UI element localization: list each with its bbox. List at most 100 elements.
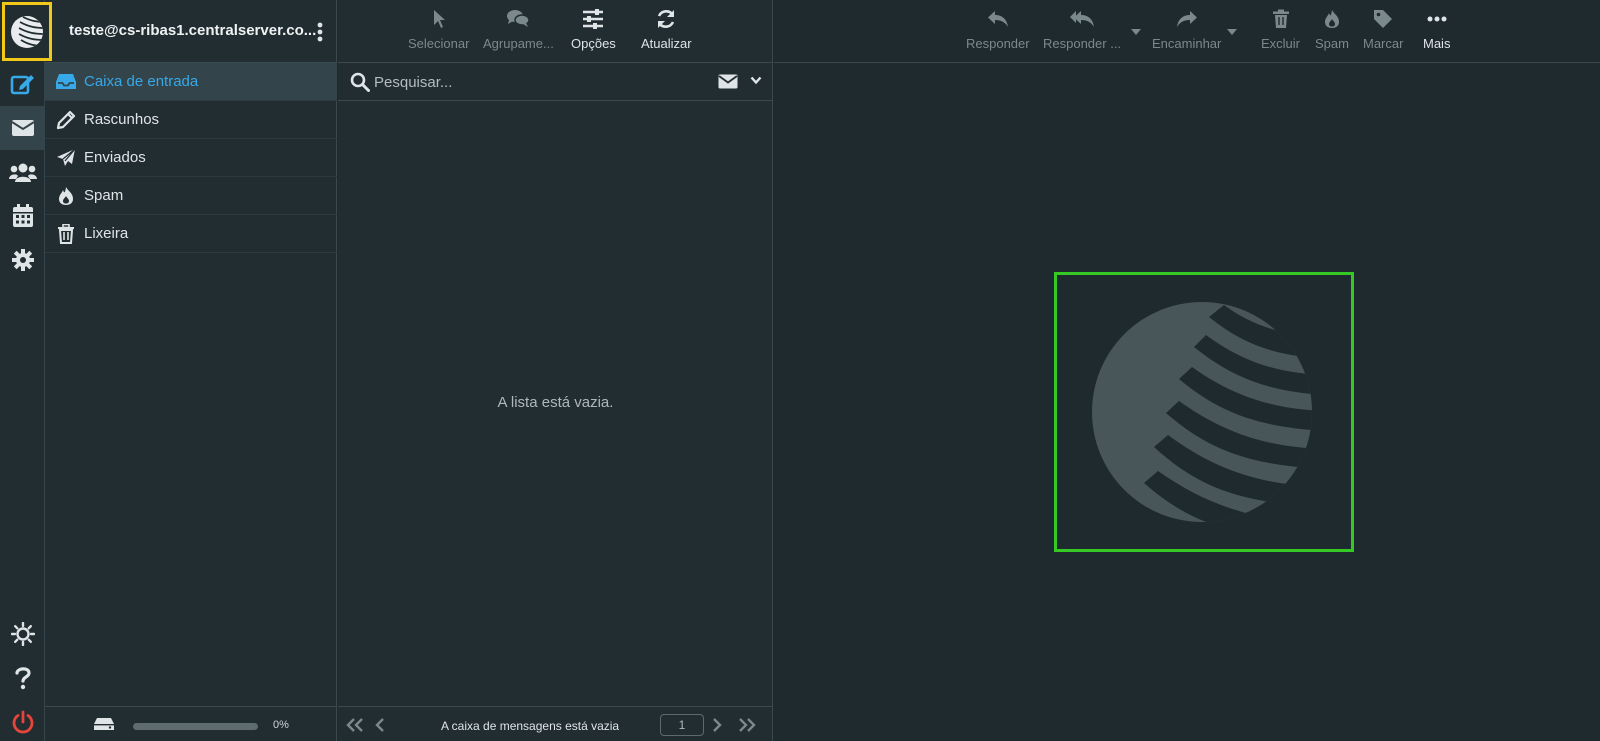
sun-icon: [10, 622, 35, 646]
prev-page-button[interactable]: [375, 718, 385, 732]
search-icon: [350, 72, 370, 92]
preview-panel: Responder Responder ... Encaminhar Exclu…: [774, 0, 1600, 741]
search-scope-button[interactable]: [718, 74, 738, 89]
options-button[interactable]: Opções: [571, 8, 616, 56]
refresh-label: Atualizar: [641, 36, 692, 51]
chevron-right-icon: [712, 718, 722, 732]
reply-all-dropdown[interactable]: [1131, 29, 1141, 35]
refresh-icon: [655, 8, 677, 30]
more-button[interactable]: Mais: [1423, 8, 1450, 56]
empty-list-message: A lista está vazia.: [497, 394, 614, 411]
help-button[interactable]: [0, 656, 45, 700]
folder-trash[interactable]: Lixeira: [45, 215, 337, 253]
refresh-button[interactable]: Atualizar: [641, 8, 692, 56]
logo-icon: [1084, 297, 1324, 527]
list-toolbar: Selecionar Agrupame... Opções Atualizar: [338, 0, 773, 63]
reply-button[interactable]: Responder: [966, 8, 1030, 56]
mail-button[interactable]: [0, 106, 45, 150]
next-page-button[interactable]: [712, 718, 722, 732]
account-email: teste@cs-ribas1.centralserver.co...: [69, 22, 317, 39]
mark-label: Marcar: [1363, 36, 1404, 51]
forward-button[interactable]: Encaminhar: [1152, 8, 1221, 56]
chevron-left-icon: [375, 718, 385, 732]
reply-icon: [987, 8, 1009, 30]
group-label: Agrupame...: [483, 36, 554, 51]
folder-spam[interactable]: Spam: [45, 177, 337, 215]
account-menu-button[interactable]: [313, 20, 327, 44]
pencil-icon: [55, 109, 77, 131]
double-chevron-right-icon: [738, 718, 756, 732]
reply-label: Responder: [966, 36, 1030, 51]
comments-icon: [506, 8, 531, 30]
logout-button[interactable]: [0, 700, 45, 741]
envelope-icon: [10, 119, 35, 137]
logo-icon: [9, 14, 45, 50]
folder-label: Rascunhos: [84, 111, 160, 128]
folder-label: Enviados: [84, 149, 146, 166]
caret-down-icon: [1131, 29, 1141, 35]
folder-label: Lixeira: [84, 225, 129, 242]
folder-inbox[interactable]: Caixa de entrada: [45, 63, 337, 101]
pagination-bar: A caixa de mensagens está vazia: [338, 706, 773, 741]
more-label: Mais: [1423, 36, 1451, 51]
question-icon: [14, 666, 32, 690]
select-label: Selecionar: [408, 36, 470, 51]
contacts-button[interactable]: [0, 150, 45, 194]
folder-label: Caixa de entrada: [84, 73, 199, 90]
caret-down-icon: [1227, 29, 1237, 35]
search-bar: [338, 63, 773, 101]
folder-sent[interactable]: Enviados: [45, 139, 337, 177]
app-logo[interactable]: [2, 2, 52, 61]
theme-toggle-button[interactable]: [0, 612, 45, 656]
last-page-button[interactable]: [738, 718, 756, 732]
trash-icon: [55, 223, 77, 245]
delete-button[interactable]: Excluir: [1261, 8, 1300, 56]
first-page-button[interactable]: [346, 718, 364, 732]
settings-button[interactable]: [0, 238, 45, 282]
watermark-logo: [1054, 272, 1354, 552]
search-input[interactable]: [374, 69, 694, 95]
delete-label: Excluir: [1261, 36, 1301, 51]
paper-plane-icon: [55, 147, 77, 169]
reply-all-button[interactable]: Responder ...: [1043, 8, 1121, 56]
spam-button[interactable]: Spam: [1315, 8, 1349, 56]
message-list-panel: Selecionar Agrupame... Opções Atualizar …: [338, 0, 773, 741]
calendar-button[interactable]: [0, 194, 45, 238]
trash-icon: [1272, 8, 1290, 30]
mailbox-status: A caixa de mensagens está vazia: [441, 719, 620, 733]
search-options-toggle[interactable]: [750, 76, 762, 85]
page-number-input[interactable]: [660, 714, 704, 736]
calendar-icon: [12, 204, 34, 228]
icon-rail: [0, 0, 45, 741]
power-icon: [11, 710, 35, 734]
quota-percent: 0%: [273, 719, 289, 731]
double-chevron-left-icon: [346, 718, 364, 732]
reply-all-label: Responder ...: [1043, 36, 1122, 51]
fire-icon: [55, 185, 77, 207]
hard-drive-icon: [93, 717, 115, 731]
quota-progress-bar: [133, 723, 258, 730]
chevron-down-icon: [750, 76, 762, 85]
users-icon: [8, 162, 37, 182]
folder-label: Spam: [84, 187, 124, 204]
forward-dropdown[interactable]: [1227, 29, 1237, 35]
sliders-icon: [582, 8, 604, 30]
storage-quota: 0%: [45, 706, 337, 741]
gear-icon: [11, 249, 34, 271]
envelope-icon: [718, 74, 738, 89]
folder-panel: teste@cs-ribas1.centralserver.co... Caix…: [45, 0, 337, 741]
account-header: teste@cs-ribas1.centralserver.co...: [45, 0, 337, 63]
reply-all-icon: [1069, 8, 1095, 30]
mark-button[interactable]: Marcar: [1363, 8, 1403, 56]
compose-button[interactable]: [0, 62, 45, 106]
forward-icon: [1176, 8, 1198, 30]
message-toolbar: Responder Responder ... Encaminhar Exclu…: [774, 0, 1600, 63]
folder-drafts[interactable]: Rascunhos: [45, 101, 337, 139]
kebab-menu-icon: [317, 22, 323, 42]
options-label: Opções: [571, 36, 616, 51]
spam-label: Spam: [1315, 36, 1349, 51]
tag-icon: [1373, 8, 1393, 30]
ellipsis-icon: [1427, 8, 1447, 30]
group-button[interactable]: Agrupame...: [483, 8, 554, 56]
select-button[interactable]: Selecionar: [408, 8, 469, 56]
